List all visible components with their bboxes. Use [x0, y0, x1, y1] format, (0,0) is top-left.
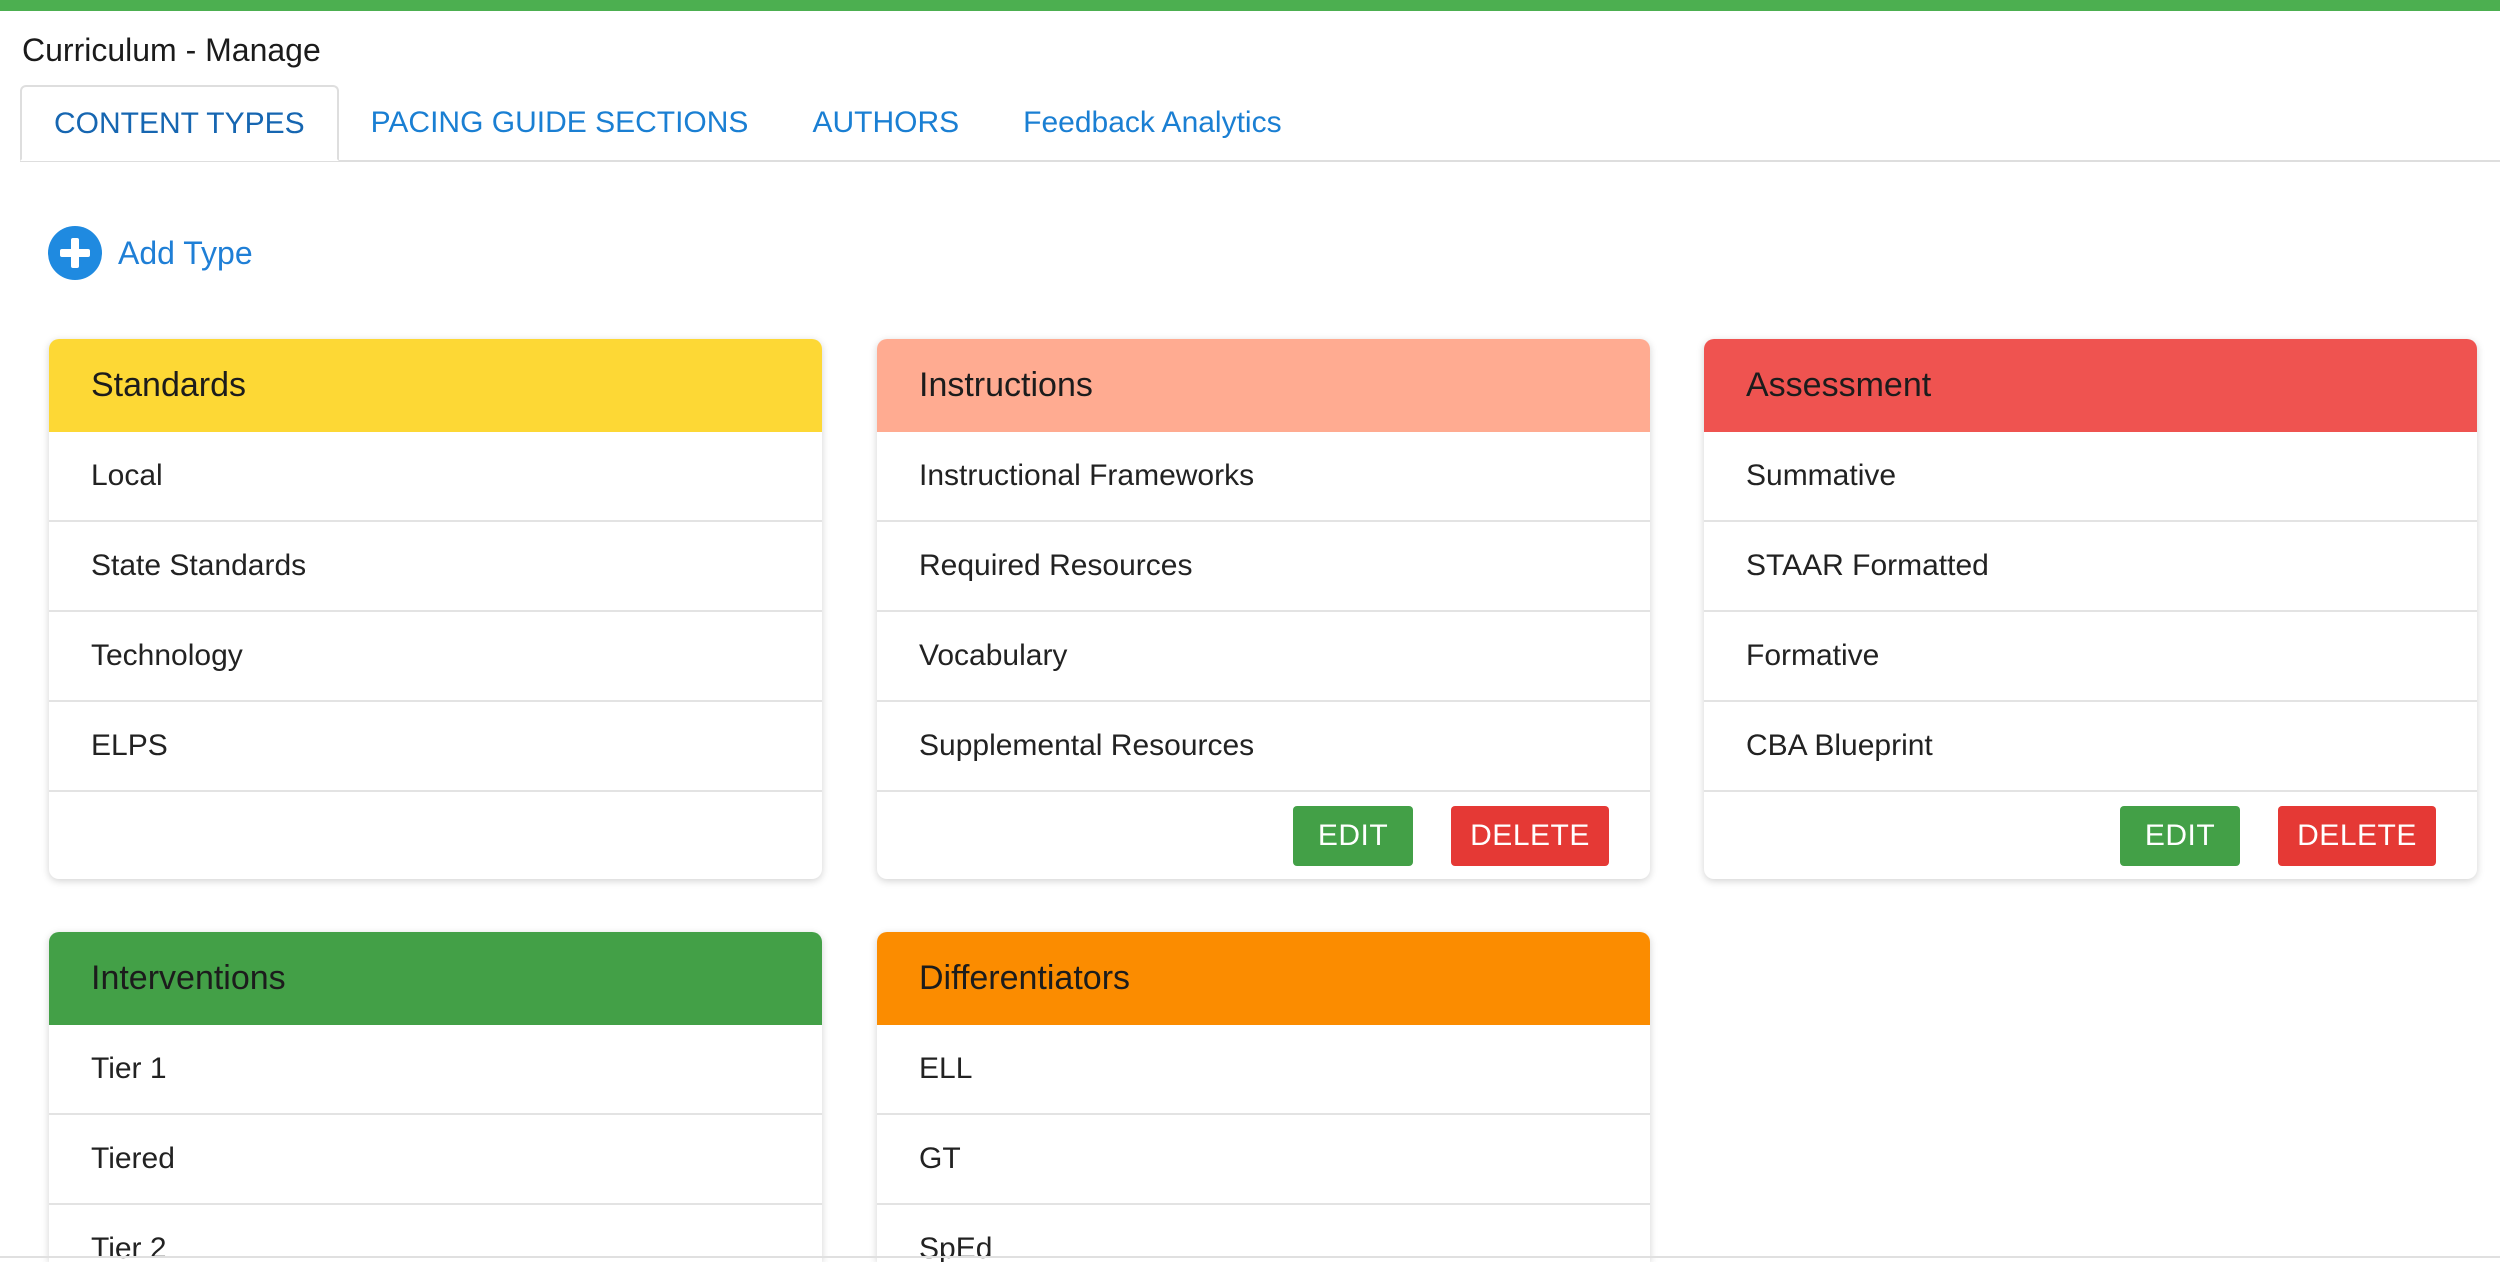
list-item: Required Resources [877, 522, 1650, 612]
list-item: Formative [1704, 612, 2477, 702]
list-item: CBA Blueprint [1704, 702, 2477, 792]
card-header: Instructions [877, 339, 1650, 432]
tab-pacing-guide-sections[interactable]: PACING GUIDE SECTIONS [339, 85, 781, 161]
card-footer [49, 792, 822, 879]
list-item: ELPS [49, 702, 822, 792]
plus-circle-icon[interactable] [48, 226, 102, 280]
list-item: ELL [877, 1025, 1650, 1115]
edit-button[interactable]: EDIT [2120, 805, 2240, 866]
list-item: Technology [49, 612, 822, 702]
list-item: State Standards [49, 522, 822, 612]
add-type-label[interactable]: Add Type [118, 235, 253, 272]
content-type-card-interventions: Interventions Tier 1 Tiered Tier 2 [49, 932, 822, 1262]
add-type-button[interactable]: Add Type [48, 226, 253, 280]
content-type-card-standards: Standards Local State Standards Technolo… [49, 339, 822, 879]
card-header: Differentiators [877, 932, 1650, 1025]
list-item: Supplemental Resources [877, 702, 1650, 792]
list-item: STAAR Formatted [1704, 522, 2477, 612]
list-item: Instructional Frameworks [877, 432, 1650, 522]
top-accent-bar [0, 0, 2500, 11]
list-item: Tier 2 [49, 1205, 822, 1262]
delete-button[interactable]: DELETE [1451, 805, 1609, 866]
card-header: Standards [49, 339, 822, 432]
edit-button[interactable]: EDIT [1293, 805, 1413, 866]
card-header: Assessment [1704, 339, 2477, 432]
card-footer: EDIT DELETE [1704, 792, 2477, 879]
list-item: GT [877, 1115, 1650, 1205]
list-item: Summative [1704, 432, 2477, 522]
list-item: SpEd [877, 1205, 1650, 1262]
list-item: Tier 1 [49, 1025, 822, 1115]
content-type-card-assessment: Assessment Summative STAAR Formatted For… [1704, 339, 2477, 879]
delete-button[interactable]: DELETE [2278, 805, 2436, 866]
bottom-divider [0, 1256, 2500, 1258]
tab-authors[interactable]: AUTHORS [780, 85, 991, 161]
list-item: Vocabulary [877, 612, 1650, 702]
list-item: Tiered [49, 1115, 822, 1205]
tab-bar: CONTENT TYPES PACING GUIDE SECTIONS AUTH… [20, 85, 2500, 162]
page-title: Curriculum - Manage [22, 32, 321, 68]
content-type-card-instructions: Instructions Instructional Frameworks Re… [877, 339, 1650, 879]
list-item: Local [49, 432, 822, 522]
card-header: Interventions [49, 932, 822, 1025]
card-footer: EDIT DELETE [877, 792, 1650, 879]
tab-content-types[interactable]: CONTENT TYPES [20, 85, 339, 161]
content-type-card-differentiators: Differentiators ELL GT SpEd [877, 932, 1650, 1262]
tab-feedback-analytics[interactable]: Feedback Analytics [991, 85, 1313, 161]
